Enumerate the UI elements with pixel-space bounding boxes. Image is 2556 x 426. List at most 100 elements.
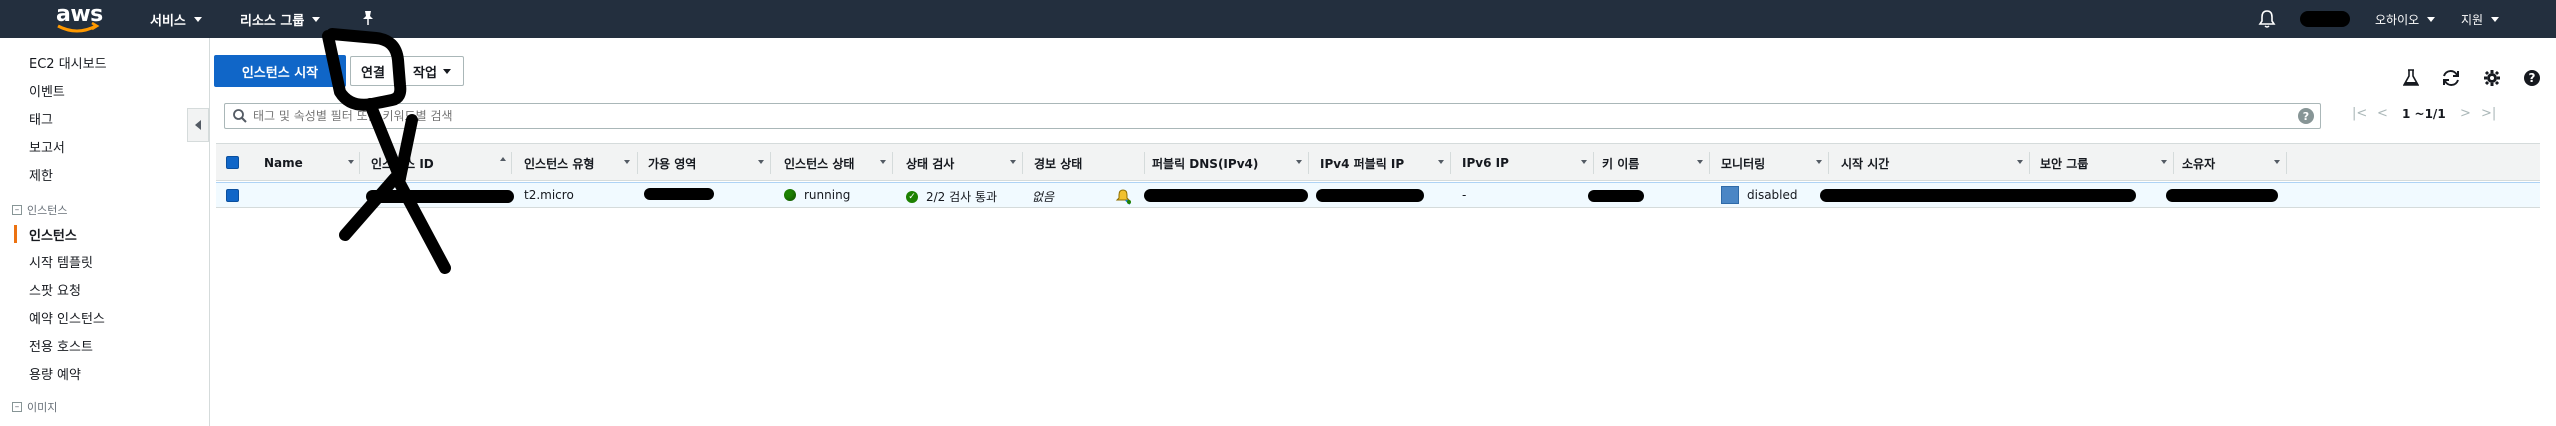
chevron-down-icon — [2427, 17, 2436, 22]
launch-instance-button[interactable]: 인스턴스 시작 — [214, 55, 346, 87]
instance-state-label: running — [804, 188, 851, 202]
col-instance-type[interactable]: 인스턴스 유형 — [524, 144, 594, 182]
sidebar-collapse-button[interactable] — [187, 108, 209, 142]
launch-time-redacted — [1820, 189, 2136, 202]
resource-groups-menu[interactable]: 리소스 그룹 — [240, 10, 321, 29]
check-circle-icon: ✓ — [906, 190, 918, 203]
col-availability-zone[interactable]: 가용 영역 — [648, 144, 696, 182]
sidebar-item-reports[interactable]: 보고서 — [29, 137, 65, 156]
connect-label: 연결 — [361, 65, 385, 81]
top-nav: aws 서비스 리소스 그룹 오하이오 지원 — [0, 0, 2556, 38]
region-label: 오하이오 — [2375, 13, 2420, 27]
col-alarm-status[interactable]: 경보 상태 — [1034, 144, 1082, 182]
services-menu[interactable]: 서비스 — [150, 10, 202, 29]
notifications-bell-icon[interactable] — [2258, 9, 2276, 29]
sidebar-item-spot-requests[interactable]: 스팟 요청 — [29, 280, 81, 299]
cell-status-checks: ✓ 2/2 검사 통과 — [906, 188, 997, 205]
sidebar-item-dedicated-hosts[interactable]: 전용 호스트 — [29, 336, 93, 355]
ipv4-public-ip-redacted — [1316, 189, 1424, 202]
refresh-icon[interactable] — [2441, 68, 2461, 88]
col-instance-state[interactable]: 인스턴스 상태 — [784, 144, 854, 182]
col-status-checks[interactable]: 상태 검사 — [906, 144, 954, 182]
col-security-groups[interactable]: 보안 그룹 — [2040, 144, 2088, 182]
sidebar-item-ec2-dashboard[interactable]: EC2 대시보드 — [29, 53, 107, 72]
select-all-checkbox[interactable] — [226, 156, 239, 169]
row-checkbox[interactable] — [226, 189, 239, 202]
collapse-minus-icon: – — [12, 205, 22, 215]
sidebar-item-launch-templates[interactable]: 시작 템플릿 — [29, 252, 93, 271]
sidebar-section-instances[interactable]: – 인스턴스 — [12, 202, 67, 218]
sidebar-item-limits[interactable]: 제한 — [29, 165, 53, 184]
chevron-down-icon — [2491, 17, 2500, 22]
prev-page-icon[interactable]: < — [2377, 106, 2388, 121]
help-icon[interactable]: ? — [2522, 68, 2542, 88]
cell-ipv6-ip: - — [1462, 188, 1467, 202]
chevron-left-icon — [195, 120, 201, 130]
active-indicator — [14, 225, 17, 243]
col-ipv6-ip[interactable]: IPv6 IP — [1462, 144, 1509, 182]
search-help-icon[interactable]: ? — [2298, 108, 2314, 124]
running-status-icon — [784, 189, 796, 201]
search-icon — [232, 108, 248, 128]
resource-groups-label: 리소스 그룹 — [240, 14, 305, 29]
sidebar-item-capacity-reservations[interactable]: 용량 예약 — [29, 364, 81, 383]
account-menu[interactable] — [2300, 11, 2350, 27]
page-range: 1 ~1/1 — [2402, 107, 2446, 121]
collapse-minus-icon: – — [12, 402, 22, 412]
chevron-down-icon — [193, 17, 202, 22]
cell-instance-type: t2.micro — [524, 188, 574, 202]
table-header: Name 인스턴스 ID 인스턴스 유형 가용 영역 인스턴스 상태 상태 검사… — [216, 143, 2540, 181]
sidebar-item-reserved-instances[interactable]: 예약 인스턴스 — [29, 308, 105, 327]
cell-alarm-status: 없음 — [1032, 190, 1055, 204]
col-key-name[interactable]: 키 이름 — [1602, 144, 1639, 182]
owner-redacted — [2166, 189, 2278, 202]
col-ipv4-public-ip[interactable]: IPv4 퍼블릭 IP — [1320, 144, 1404, 182]
monitoring-label: disabled — [1747, 188, 1798, 202]
support-menu[interactable]: 지원 — [2461, 11, 2500, 28]
status-checks-label: 2/2 검사 통과 — [926, 190, 998, 204]
connect-button[interactable]: 연결 — [350, 56, 396, 86]
actions-button[interactable]: 작업 — [400, 56, 464, 86]
sidebar: EC2 대시보드 이벤트 태그 보고서 제한 – 인스턴스 인스턴스 시작 템플… — [0, 38, 210, 426]
instance-id-redacted — [366, 190, 514, 203]
col-name[interactable]: Name — [264, 144, 303, 182]
availability-zone-redacted — [644, 188, 714, 200]
cell-instance-state: running — [784, 188, 850, 202]
next-page-icon[interactable]: > — [2460, 106, 2471, 121]
services-label: 서비스 — [150, 14, 186, 29]
col-owner[interactable]: 소유자 — [2182, 144, 2215, 182]
svg-text:?: ? — [2529, 71, 2536, 85]
sidebar-section-label: 인스턴스 — [27, 204, 68, 217]
monitoring-icon — [1721, 186, 1739, 204]
region-menu[interactable]: 오하이오 — [2375, 11, 2436, 28]
col-monitoring[interactable]: 모니터링 — [1721, 144, 1765, 182]
sort-asc-icon — [500, 157, 506, 161]
cell-availability-zone — [644, 188, 714, 200]
chevron-down-icon — [312, 17, 321, 22]
col-launch-time[interactable]: 시작 시간 — [1841, 144, 1889, 182]
sidebar-section-images[interactable]: – 이미지 — [12, 399, 57, 415]
col-public-dns[interactable]: 퍼블릭 DNS(IPv4) — [1152, 144, 1258, 182]
col-instance-id[interactable]: 인스턴스 ID — [371, 144, 434, 182]
filter-search-bar[interactable]: ? — [224, 103, 2321, 129]
sidebar-item-tags[interactable]: 태그 — [29, 109, 53, 128]
sidebar-item-instances[interactable]: 인스턴스 — [29, 225, 77, 244]
key-name-redacted — [1588, 190, 1644, 202]
account-name-redacted — [2300, 11, 2350, 27]
gear-icon[interactable] — [2482, 68, 2502, 88]
cell-monitoring: disabled — [1721, 186, 1798, 204]
flask-icon[interactable] — [2401, 68, 2421, 88]
actions-label: 작업 — [413, 65, 437, 81]
alarm-bell-icon[interactable] — [1114, 187, 1132, 205]
aws-logo[interactable]: aws — [52, 2, 103, 36]
pin-icon[interactable] — [360, 10, 376, 26]
table-row[interactable]: t2.micro running ✓ 2/2 검사 통과 없음 - disabl… — [216, 182, 2540, 208]
pagination: |< < 1 ~1/1 > >| — [2352, 106, 2542, 126]
support-label: 지원 — [2461, 13, 2484, 27]
last-page-icon[interactable]: >| — [2481, 106, 2496, 121]
first-page-icon[interactable]: |< — [2352, 106, 2367, 121]
chevron-down-icon — [442, 68, 451, 74]
search-input[interactable] — [253, 106, 2283, 126]
public-dns-redacted — [1144, 189, 1308, 202]
sidebar-item-events[interactable]: 이벤트 — [29, 81, 65, 100]
